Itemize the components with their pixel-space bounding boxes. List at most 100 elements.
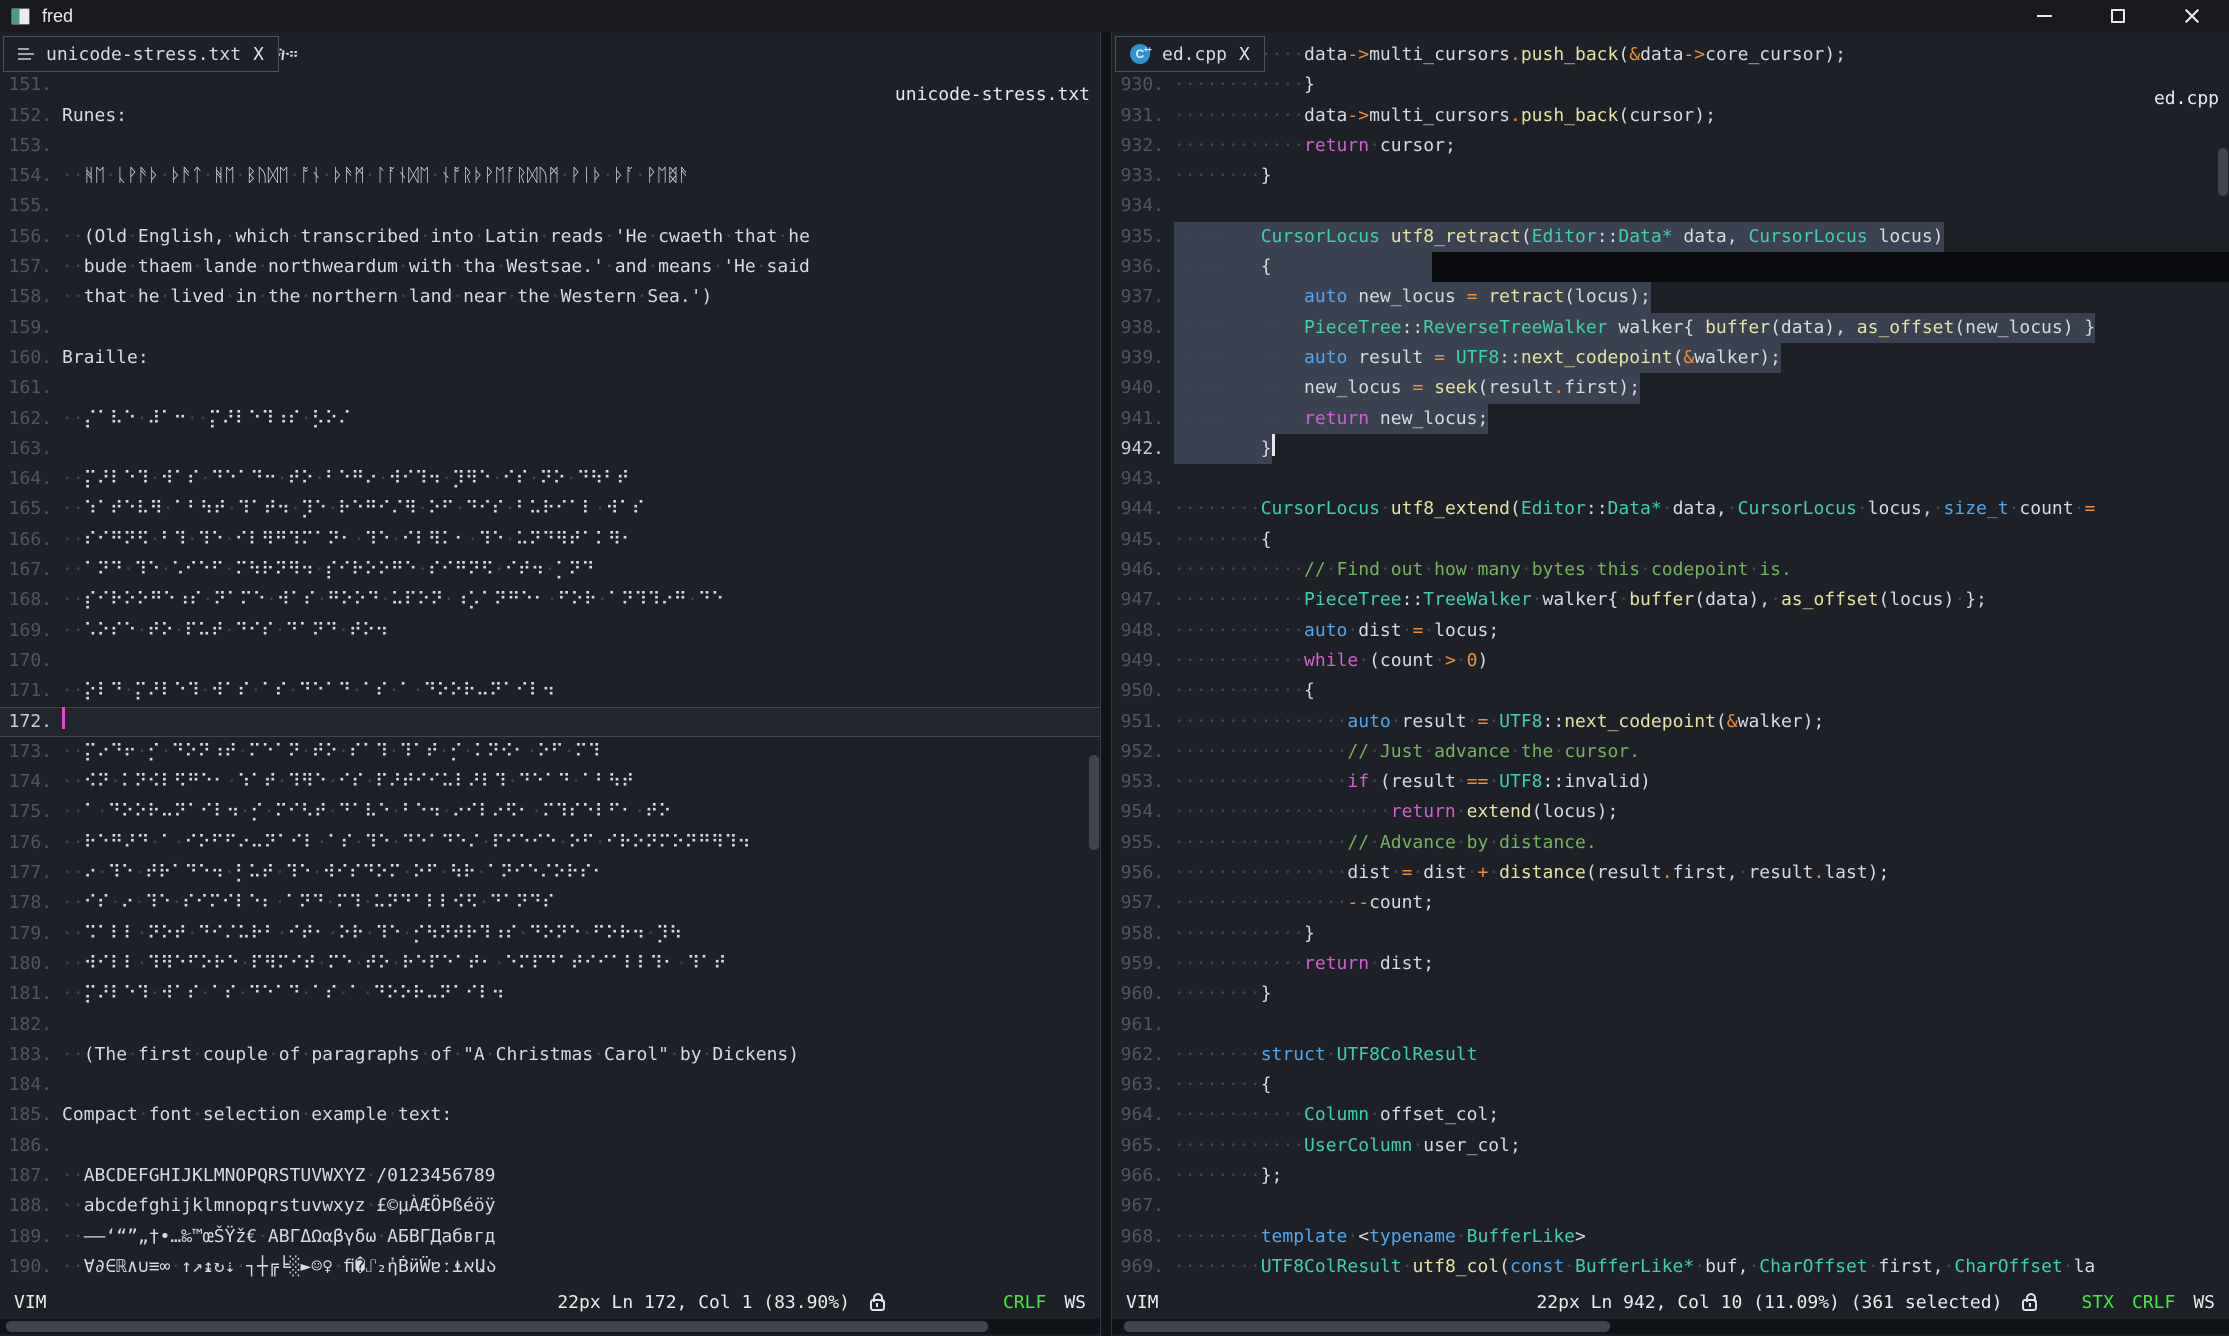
code-line-184[interactable]: 184. — [0, 1070, 1100, 1100]
code-line-969[interactable]: 969.········UTF8ColResult·utf8_col(const… — [1112, 1252, 2229, 1282]
code-line-153[interactable]: 153. — [0, 131, 1100, 161]
code-line-189[interactable]: 189.··–—‘“”„†•…‰™œŠŸž€·ΑΒΓΔΩαβγδω·АБВГДа… — [0, 1222, 1100, 1252]
code-line-952[interactable]: 952.················//·Just·advance·the·… — [1112, 737, 2229, 767]
tab-ed-cpp[interactable]: C++ ed.cpp X — [1115, 36, 1265, 72]
code-line-960[interactable]: 960.········} — [1112, 979, 2229, 1009]
code-area-right[interactable]: 929.············data->multi_cursors.push… — [1112, 46, 2229, 1288]
code-line-929[interactable]: 929.············data->multi_cursors.push… — [1112, 46, 2229, 70]
code-line-160[interactable]: 160.Braille: — [0, 343, 1100, 373]
code-line-169[interactable]: 169.··⠡⠕⠎⠑·⠞⠕·⠏⠥⠞·⠙⠊⠎·⠙⠁⠝⠙·⠞⠕⠲ — [0, 616, 1100, 646]
h-scroll-thumb[interactable] — [6, 1321, 988, 1332]
maximize-button[interactable] — [2081, 0, 2155, 32]
h-scrollbar-left[interactable] — [0, 1319, 1100, 1334]
code-line-957[interactable]: 957.················--count; — [1112, 888, 2229, 918]
code-line-933[interactable]: 933.········} — [1112, 161, 2229, 191]
code-line-171[interactable]: 171.··⡕⠇⠙·⡍⠜⠇⠑⠹·⠺⠁⠎·⠁⠎·⠙⠑⠁⠙·⠁⠎·⠁·⠙⠕⠕⠗⠤⠝⠁… — [0, 676, 1100, 706]
code-line-942[interactable]: 942.········} — [1112, 434, 2229, 464]
code-line-173[interactable]: 173.··⡍⠔⠙⠖·⡊·⠙⠕⠝⠰⠞·⠍⠑⠁⠝·⠞⠕·⠎⠁⠹·⠹⠁⠞·⡊·⠅⠝⠪… — [0, 737, 1100, 767]
code-line-961[interactable]: 961. — [1112, 1010, 2229, 1040]
code-line-953[interactable]: 953.················if·(result·==·UTF8::… — [1112, 767, 2229, 797]
code-line-943[interactable]: 943. — [1112, 464, 2229, 494]
code-line-940[interactable]: 940.············new_locus·=·seek(result.… — [1112, 373, 2229, 403]
line-number: 948. — [1112, 616, 1164, 646]
code-line-175[interactable]: 175.··⠁·⠙⠕⠕⠗⠤⠝⠁⠊⠇⠲·⡊·⠍⠊⠣⠞·⠙⠁⠧⠑·⠃⠑⠲·⠔⠊⠇⠔⠫… — [0, 797, 1100, 827]
code-line-174[interactable]: 174.··⠪⠝·⠅⠝⠪⠇⠫⠛⠑⠂·⠱⠁⠞·⠹⠻⠑·⠊⠎·⠏⠜⠞⠊⠊⠥⠇⠜⠇⠹·… — [0, 767, 1100, 797]
code-line-945[interactable]: 945.········{ — [1112, 525, 2229, 555]
code-line-930[interactable]: 930.············} — [1112, 70, 2229, 100]
code-line-935[interactable]: 935.········CursorLocus·utf8_retract(Edi… — [1112, 222, 2229, 252]
code-line-939[interactable]: 939.············auto·result·=·UTF8::next… — [1112, 343, 2229, 373]
code-line-941[interactable]: 941.············return·new_locus; — [1112, 404, 2229, 434]
code-line-965[interactable]: 965.············UserColumn·user_col; — [1112, 1131, 2229, 1161]
code-line-931[interactable]: 931.············data->multi_cursors.push… — [1112, 101, 2229, 131]
code-line-170[interactable]: 170. — [0, 646, 1100, 676]
h-scroll-thumb[interactable] — [1124, 1321, 1610, 1332]
code-line-968[interactable]: 968.········template·<typename·BufferLik… — [1112, 1222, 2229, 1252]
code-line-187[interactable]: 187.··ABCDEFGHIJKLMNOPQRSTUVWXYZ·/012345… — [0, 1161, 1100, 1191]
code-line-958[interactable]: 958.············} — [1112, 919, 2229, 949]
code-line-938[interactable]: 938.············PieceTree::ReverseTreeWa… — [1112, 313, 2229, 343]
code-line-154[interactable]: 154.··ᚻᛖ·ᚳᚹᚫᚦ·ᚦᚫᛏ·ᚻᛖ·ᛒᚢᛞᛖ·ᚩᚾ·ᚦᚫᛗ·ᛚᚪᚾᛞᛖ·ᚾ… — [0, 161, 1100, 191]
line-text: ············return·dist; — [1174, 949, 1434, 979]
code-line-162[interactable]: 162.··⡌⠁⠧⠑·⠼⠁⠒··⡍⠜⠇⠑⠹⠰⠎·⡣⠕⠌ — [0, 404, 1100, 434]
code-line-161[interactable]: 161. — [0, 373, 1100, 403]
code-line-948[interactable]: 948.············auto·dist·=·locus; — [1112, 616, 2229, 646]
code-line-159[interactable]: 159. — [0, 313, 1100, 343]
code-line-188[interactable]: 188.··abcdefghijklmnopqrstuvwxyz·£©µÀÆÖÞ… — [0, 1191, 1100, 1221]
code-line-179[interactable]: 179.··⠩⠁⠇⠇·⠝⠕⠞·⠙⠊⠌⠥⠗⠃·⠊⠞⠂·⠕⠗·⠹⠑·⡊⠳⠝⠞⠗⠹⠰⠎… — [0, 919, 1100, 949]
code-line-163[interactable]: 163. — [0, 434, 1100, 464]
code-line-166[interactable]: 166.··⠎⠊⠛⠝⠫·⠃⠹·⠹⠑·⠊⠇⠻⠛⠹⠍⠁⠝⠂·⠹⠑·⠊⠇⠻⠅⠂·⠹⠑·… — [0, 525, 1100, 555]
code-line-168[interactable]: 168.··⡎⠊⠗⠕⠕⠛⠑⠰⠎·⠝⠁⠍⠑·⠺⠁⠎·⠛⠕⠕⠙·⠥⠏⠕⠝·⠰⡡⠁⠝⠛… — [0, 585, 1100, 615]
v-scroll-thumb-left[interactable] — [1089, 755, 1099, 850]
code-line-946[interactable]: 946.············//·Find·out·how·many·byt… — [1112, 555, 2229, 585]
code-line-157[interactable]: 157.··bude·thaem·lande·northweardum·with… — [0, 252, 1100, 282]
code-line-172[interactable]: 172. — [0, 707, 1100, 737]
lock-icon[interactable] — [2022, 1299, 2037, 1311]
minimize-button[interactable] — [2007, 0, 2081, 32]
code-line-936[interactable]: 936.········{ — [1112, 252, 2229, 282]
code-line-944[interactable]: 944.········CursorLocus·utf8_extend(Edit… — [1112, 494, 2229, 524]
code-line-967[interactable]: 967. — [1112, 1191, 2229, 1221]
code-area-left[interactable]: 150.··ሥራ·ከመፍታት·ልጄን·ላፋታት።151.152.Runes:15… — [0, 46, 1100, 1288]
code-line-966[interactable]: 966.········}; — [1112, 1161, 2229, 1191]
code-line-951[interactable]: 951.················auto·result·=·UTF8::… — [1112, 707, 2229, 737]
code-line-176[interactable]: 176.··⠗⠑⠛⠜⠙·⠁·⠊⠕⠋⠋⠔⠤⠝⠁⠊⠇·⠁⠎·⠹⠑·⠙⠑⠁⠙⠑⠌·⠏⠊… — [0, 828, 1100, 858]
status-flag-crlf: CRLF — [1003, 1292, 1046, 1313]
v-scroll-thumb-right[interactable] — [2218, 148, 2228, 196]
h-scrollbar-right[interactable] — [1112, 1319, 2229, 1334]
code-line-178[interactable]: 178.··⠊⠎·⠔·⠹⠑·⠎⠊⠍⠊⠇⠑⠆·⠁⠝⠙·⠍⠹·⠥⠝⠙⠁⠇⠇⠪⠫·⠙⠁… — [0, 888, 1100, 918]
code-line-955[interactable]: 955.················//·Advance·by·distan… — [1112, 828, 2229, 858]
code-line-963[interactable]: 963.········{ — [1112, 1070, 2229, 1100]
code-line-959[interactable]: 959.············return·dist; — [1112, 949, 2229, 979]
code-line-183[interactable]: 183.··(The·first·couple·of·paragraphs·of… — [0, 1040, 1100, 1070]
code-line-950[interactable]: 950.············{ — [1112, 676, 2229, 706]
code-line-156[interactable]: 156.··(Old·English,·which·transcribed·in… — [0, 222, 1100, 252]
tab-unicode-stress[interactable]: unicode-stress.txt X — [3, 36, 279, 72]
code-line-932[interactable]: 932.············return·cursor; — [1112, 131, 2229, 161]
code-line-937[interactable]: 937.············auto·new_locus·=·retract… — [1112, 282, 2229, 312]
code-line-177[interactable]: 177.··⠔·⠹⠑·⠞⠗⠁⠙⠑⠲·⡃⠥⠞·⠹⠑·⠺⠊⠎⠙⠕⠍·⠕⠋·⠳⠗·⠁⠝… — [0, 858, 1100, 888]
code-line-185[interactable]: 185.Compact·font·selection·example·text: — [0, 1100, 1100, 1130]
code-line-180[interactable]: 180.··⠺⠊⠇⠇·⠹⠻⠑⠋⠕⠗⠑·⠏⠻⠍⠊⠞·⠍⠑·⠞⠕·⠗⠑⠏⠑⠁⠞⠂·⠑… — [0, 949, 1100, 979]
lock-icon[interactable] — [870, 1299, 885, 1311]
code-line-167[interactable]: 167.··⠁⠝⠙·⠹⠑·⠡⠊⠑⠋·⠍⠳⠗⠝⠻⠲·⡎⠊⠗⠕⠕⠛⠑·⠎⠊⠛⠝⠫·⠊… — [0, 555, 1100, 585]
code-line-934[interactable]: 934. — [1112, 191, 2229, 221]
pane-divider[interactable] — [1100, 32, 1112, 1336]
code-line-962[interactable]: 962.········struct·UTF8ColResult — [1112, 1040, 2229, 1070]
code-line-165[interactable]: 165.··⠱⠁⠞⠑⠧⠻·⠁⠃⠳⠞·⠹⠁⠞⠲·⡹⠑·⠗⠑⠛⠊⠌⠻·⠕⠋·⠙⠊⠎·… — [0, 494, 1100, 524]
tab-close-icon[interactable]: X — [253, 44, 264, 65]
code-line-158[interactable]: 158.··that·he·lived·in·the·northern·land… — [0, 282, 1100, 312]
code-line-954[interactable]: 954.····················return·extend(lo… — [1112, 797, 2229, 827]
code-line-949[interactable]: 949.············while·(count·>·0) — [1112, 646, 2229, 676]
code-line-164[interactable]: 164.··⡍⠜⠇⠑⠹·⠺⠁⠎·⠙⠑⠁⠙⠒·⠞⠕·⠃⠑⠛⠔·⠺⠊⠹⠲·⡹⠻⠑·⠊… — [0, 464, 1100, 494]
code-line-956[interactable]: 956.················dist·=·dist·+·distan… — [1112, 858, 2229, 888]
code-line-186[interactable]: 186. — [0, 1131, 1100, 1161]
code-line-181[interactable]: 181.··⡍⠜⠇⠑⠹·⠺⠁⠎·⠁⠎·⠙⠑⠁⠙·⠁⠎·⠁·⠙⠕⠕⠗⠤⠝⠁⠊⠇⠲ — [0, 979, 1100, 1009]
code-line-190[interactable]: 190.··∀∂∈ℝ∧∪≡∞·↑↗↨↻⇣·┐┼╔╘░►☺♀·ﬁ�⑀₂ἠḂӥẄɐː… — [0, 1252, 1100, 1282]
tab-close-icon[interactable]: X — [1239, 44, 1250, 65]
code-line-964[interactable]: 964.············Column·offset_col; — [1112, 1100, 2229, 1130]
code-line-947[interactable]: 947.············PieceTree::TreeWalker·wa… — [1112, 585, 2229, 615]
code-line-182[interactable]: 182. — [0, 1010, 1100, 1040]
close-button[interactable] — [2155, 0, 2229, 32]
code-line-155[interactable]: 155. — [0, 191, 1100, 221]
